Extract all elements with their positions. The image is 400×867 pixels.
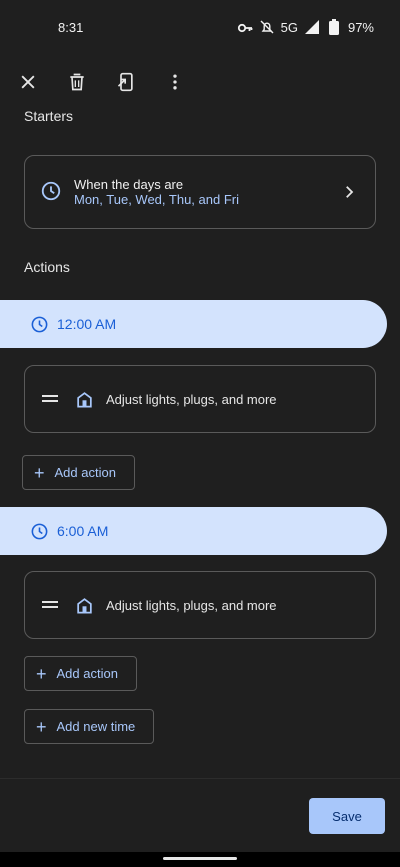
starters-heading: Starters xyxy=(24,108,74,124)
schedule-icon xyxy=(31,523,48,539)
time-pill-2[interactable]: 6:00 AM xyxy=(0,507,387,555)
action-label: Adjust lights, plugs, and more xyxy=(106,391,277,407)
starter-card[interactable]: When the days are Mon, Tue, Wed, Thu, an… xyxy=(24,155,376,229)
action-item-1[interactable]: Adjust lights, plugs, and more xyxy=(24,365,376,433)
battery-level: 97% xyxy=(347,19,374,35)
delete-icon xyxy=(70,73,84,91)
starter-title: When the days are xyxy=(74,177,184,192)
time-label: 12:00 AM xyxy=(57,316,117,332)
status-time: 8:31 xyxy=(58,20,84,35)
add-new-time-button[interactable]: + Add new time xyxy=(24,709,154,744)
drag-handle-icon[interactable] xyxy=(42,600,58,610)
open-in-new-icon xyxy=(117,72,133,92)
add-action-label: Add action xyxy=(54,465,116,480)
time-pill-1[interactable]: 12:00 AM xyxy=(0,300,387,348)
schedule-icon xyxy=(41,181,61,201)
battery-icon xyxy=(328,19,339,35)
close-button[interactable] xyxy=(14,68,42,96)
delete-button[interactable] xyxy=(63,68,91,96)
home-icon xyxy=(77,391,92,407)
schedule-icon xyxy=(31,316,48,332)
network-type: 5G xyxy=(280,19,298,35)
add-new-time-label: Add new time xyxy=(56,719,136,734)
home-gesture-handle[interactable] xyxy=(163,857,237,860)
signal-icon xyxy=(304,20,319,34)
chevron-right-icon xyxy=(346,186,354,198)
action-item-2[interactable]: Adjust lights, plugs, and more xyxy=(24,571,376,639)
notifications-off-icon xyxy=(260,20,274,34)
add-icon: + xyxy=(36,716,47,737)
save-button[interactable]: Save xyxy=(309,798,385,834)
vpn-key-icon xyxy=(237,23,253,33)
more-vert-icon xyxy=(173,74,177,90)
starter-days: Mon, Tue, Wed, Thu, and Fri xyxy=(74,192,239,207)
time-label: 6:00 AM xyxy=(57,523,109,539)
add-action-button-2[interactable]: + Add action xyxy=(24,656,137,691)
add-action-label: Add action xyxy=(56,666,118,681)
home-icon xyxy=(77,597,92,613)
drag-handle-icon[interactable] xyxy=(42,394,58,404)
add-icon: + xyxy=(36,663,47,684)
action-label: Adjust lights, plugs, and more xyxy=(106,597,277,613)
open-on-device-button[interactable] xyxy=(112,68,140,96)
status-icons: 5G 97% xyxy=(237,19,374,35)
add-icon: + xyxy=(34,462,45,483)
add-action-button-1[interactable]: + Add action xyxy=(22,455,135,490)
actions-heading: Actions xyxy=(24,259,70,275)
close-icon xyxy=(21,75,35,89)
more-options-button[interactable] xyxy=(161,68,189,96)
